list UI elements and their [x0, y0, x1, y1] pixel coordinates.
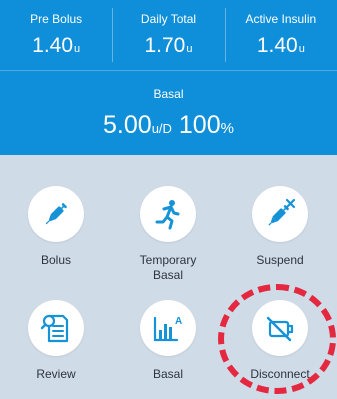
stat-value: 1.70u	[112, 34, 224, 61]
basal-tile[interactable]: A Basal	[112, 300, 224, 382]
stat-number: 1.70	[144, 34, 186, 57]
review-button[interactable]	[28, 300, 84, 356]
suspend-button[interactable]	[252, 186, 308, 242]
review-tile[interactable]: Review	[0, 300, 112, 382]
basal-percent-unit: %	[220, 120, 234, 137]
stats-bar: Pre Bolus 1.40u Daily Total 1.70u Active…	[0, 0, 337, 70]
stat-label: Daily Total	[140, 12, 197, 26]
temporary-basal-label-line2: Basal	[152, 268, 184, 282]
stat-value: 1.40u	[225, 34, 337, 61]
stat-number: 1.40	[256, 34, 298, 57]
stat-label: Pre Bolus	[30, 12, 83, 26]
temporary-basal-label: Temporary Basal	[112, 253, 224, 283]
bolus-label: Bolus	[40, 253, 72, 267]
bar-chart-icon: A	[153, 316, 182, 342]
stat-daily-total: Daily Total 1.70u	[112, 0, 224, 70]
syringe-icon	[45, 203, 67, 225]
basal-tile-label: Basal	[152, 367, 184, 381]
disconnect-tile[interactable]: Disconnect	[224, 300, 336, 382]
basal-rate: 5.00	[103, 111, 152, 139]
suspend-label: Suspend	[256, 253, 304, 267]
stat-active-insulin: Active Insulin 1.40u	[224, 0, 337, 70]
stat-pre-bolus: Pre Bolus 1.40u	[0, 0, 112, 70]
stat-value: 1.40u	[0, 34, 112, 61]
temporary-basal-button[interactable]	[140, 186, 196, 242]
bolus-tile[interactable]: Bolus	[0, 186, 112, 268]
document-search-icon	[40, 314, 69, 343]
basal-percent: 100	[178, 111, 221, 139]
stat-unit: u	[298, 43, 305, 55]
action-grid: Bolus Temporary Basal Suspend Review A B…	[0, 155, 337, 399]
stat-unit: u	[74, 43, 81, 55]
running-person-icon	[155, 200, 180, 230]
basal-button[interactable]: A	[140, 300, 196, 356]
svg-text:A: A	[175, 316, 182, 327]
temporary-basal-label-line1: Temporary	[139, 253, 197, 267]
basal-label: Basal	[153, 87, 184, 101]
disconnect-device-icon	[266, 316, 294, 342]
basal-panel: Basal 5.00u/D 100%	[0, 70, 337, 155]
suspend-tile[interactable]: Suspend	[224, 186, 336, 268]
stat-number: 1.40	[32, 34, 74, 57]
syringe-x-icon	[268, 198, 296, 226]
basal-value: 5.00u/D 100%	[0, 111, 337, 143]
disconnect-label: Disconnect	[250, 367, 310, 381]
bolus-button[interactable]	[28, 186, 84, 242]
basal-rate-unit: u/D	[151, 121, 172, 136]
disconnect-button[interactable]	[252, 300, 308, 356]
temporary-basal-tile[interactable]: Temporary Basal	[112, 186, 224, 283]
stat-label: Active Insulin	[245, 12, 317, 26]
review-label: Review	[36, 367, 76, 381]
stat-unit: u	[186, 43, 193, 55]
